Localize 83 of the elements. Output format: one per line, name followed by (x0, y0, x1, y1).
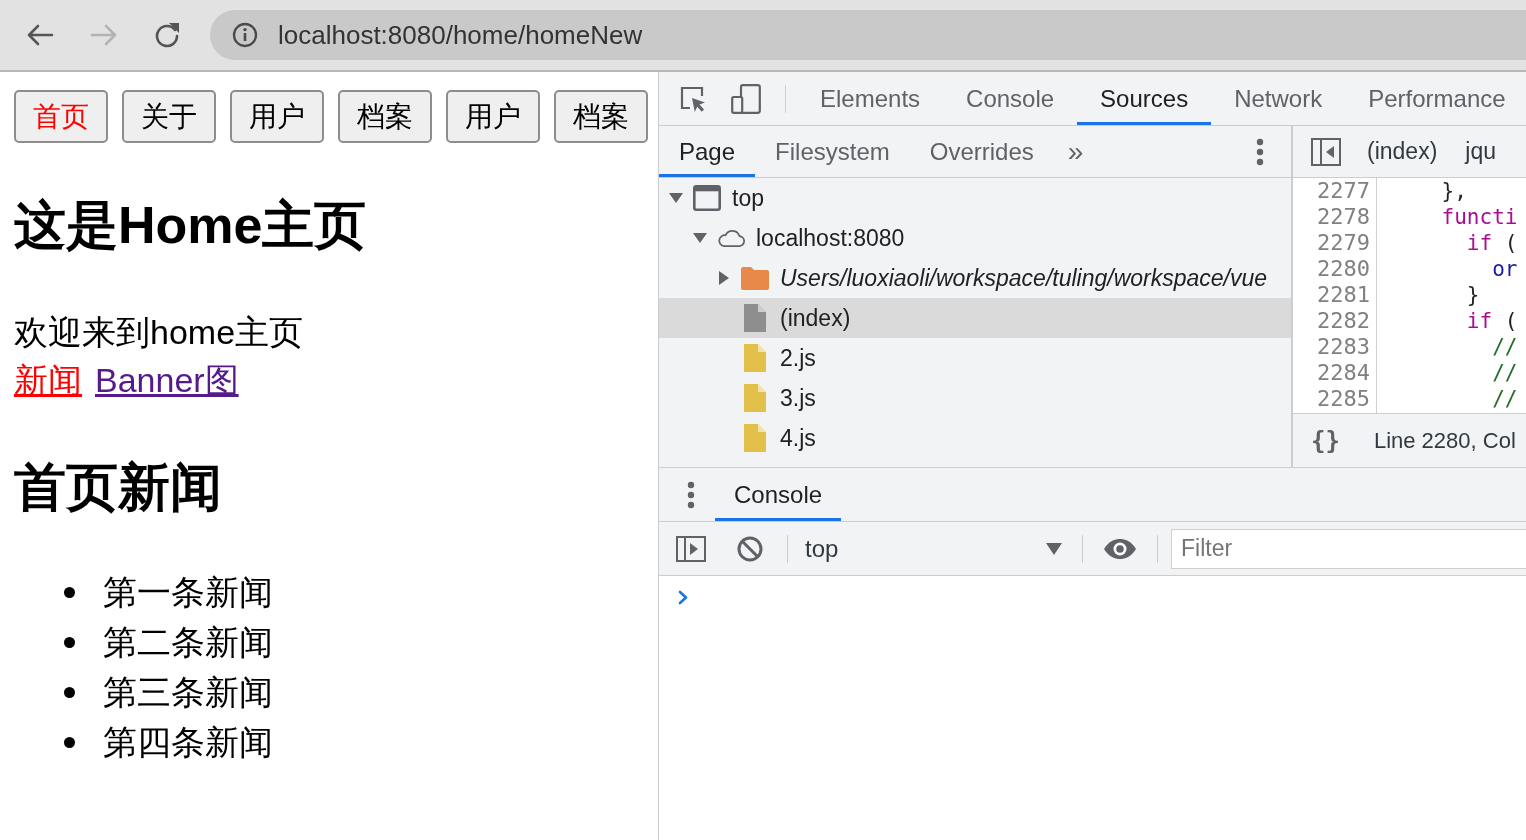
tree-item[interactable]: Users/luoxiaoli/workspace/tuling/workspace/vue (659, 258, 1291, 298)
tree-item[interactable]: 4.js (659, 418, 1291, 458)
line-number: 2277 (1317, 178, 1370, 204)
bullet-icon (64, 586, 75, 598)
line-number: 2284 (1317, 360, 1370, 386)
sidebar-icon[interactable] (676, 535, 706, 562)
more-options-icon[interactable] (1256, 137, 1264, 166)
news-item: 第三条新闻 (103, 672, 273, 712)
panel-tab[interactable]: Network (1211, 72, 1346, 125)
reload-icon[interactable] (154, 22, 180, 48)
prompt-icon (678, 590, 688, 605)
navigator-tab[interactable]: Overrides (909, 126, 1054, 177)
page-link[interactable]: Banner图 (95, 356, 239, 404)
tree-item[interactable]: 2.js (659, 338, 1291, 378)
code-line: // (1492, 360, 1518, 386)
file-icon (744, 344, 766, 372)
nav-button[interactable]: 关于 (122, 90, 216, 143)
line-number: 2281 (1317, 282, 1370, 308)
more-options-icon[interactable] (687, 480, 695, 509)
sidebar-toggle-icon[interactable] (1311, 137, 1341, 166)
navigator-tab[interactable]: Page (659, 126, 756, 177)
file-icon (744, 384, 766, 412)
editor-tab[interactable]: (index) (1353, 138, 1452, 165)
news-item: 第二条新闻 (103, 622, 273, 662)
inspect-icon[interactable] (679, 84, 707, 113)
tree-item[interactable]: localhost:8080 (659, 218, 1291, 258)
tree-item[interactable]: (index) (659, 298, 1291, 338)
caret-down-icon[interactable] (693, 233, 707, 243)
caret-down-icon[interactable] (669, 193, 683, 203)
clear-console-icon[interactable] (737, 535, 763, 562)
back-arrow-icon[interactable] (26, 23, 54, 47)
page-heading: 这是Home主页 (14, 195, 367, 255)
filter-field[interactable]: Filter (1171, 528, 1526, 569)
code-line: } (1466, 282, 1480, 308)
nav-button[interactable]: 档案 (338, 90, 432, 143)
panel-tab[interactable]: Console (943, 72, 1078, 125)
code-line: functi (1441, 204, 1518, 230)
drawer-tab[interactable]: Console (715, 468, 842, 521)
nav-button[interactable]: 用户 (446, 90, 540, 143)
more-tabs-button[interactable]: » (1059, 135, 1092, 168)
page-link[interactable]: 新闻 (14, 356, 82, 404)
context-select[interactable]: top (797, 528, 1072, 569)
address-bar[interactable]: localhost:8080/home/homeNew (210, 10, 1526, 60)
line-number: 2283 (1317, 334, 1370, 360)
code-line: // (1492, 334, 1518, 360)
nav-button[interactable]: 用户 (230, 90, 324, 143)
file-icon (744, 424, 766, 452)
line-number: 2282 (1317, 308, 1370, 334)
bullet-icon (64, 636, 75, 648)
bullet-icon (64, 686, 75, 698)
eye-icon[interactable] (1103, 537, 1137, 560)
tree-item[interactable]: 3.js (659, 378, 1291, 418)
line-number: 2278 (1317, 204, 1370, 230)
welcome-text: 欢迎来到home主页 (14, 312, 304, 353)
line-number: 2279 (1317, 230, 1370, 256)
folder-icon (741, 266, 769, 290)
window-icon (693, 185, 721, 211)
device-toolbar-icon[interactable] (731, 83, 761, 114)
cursor-position: Line 2280, Col (1373, 427, 1516, 454)
url-text: localhost:8080/home/homeNew (278, 19, 643, 51)
file-icon (744, 304, 766, 332)
bullet-icon (64, 736, 75, 748)
editor-tab[interactable]: jqu (1451, 138, 1510, 165)
code-line: if ( (1466, 230, 1518, 256)
caret-icon (1046, 542, 1062, 555)
code-line: }, (1441, 178, 1467, 204)
line-number: 2280 (1317, 256, 1370, 282)
news-item: 第四条新闻 (103, 722, 273, 762)
section-heading: 首页新闻 (14, 457, 222, 517)
info-icon[interactable] (232, 22, 258, 48)
pretty-print-button[interactable]: {} (1311, 426, 1340, 455)
code-line: // (1492, 386, 1518, 412)
news-item: 第一条新闻 (103, 572, 273, 612)
panel-tab[interactable]: Elements (797, 72, 944, 125)
line-number: 2285 (1317, 386, 1370, 412)
panel-tab[interactable]: Performance (1345, 72, 1526, 125)
nav-button[interactable]: 档案 (554, 90, 648, 143)
navigator-tab[interactable]: Filesystem (755, 126, 910, 177)
panel-tab[interactable]: Sources (1077, 72, 1212, 125)
code-line: or (1492, 256, 1518, 282)
caret-right-icon[interactable] (719, 271, 729, 285)
tree-item[interactable]: top (659, 178, 1291, 218)
code-line: if ( (1466, 308, 1518, 334)
